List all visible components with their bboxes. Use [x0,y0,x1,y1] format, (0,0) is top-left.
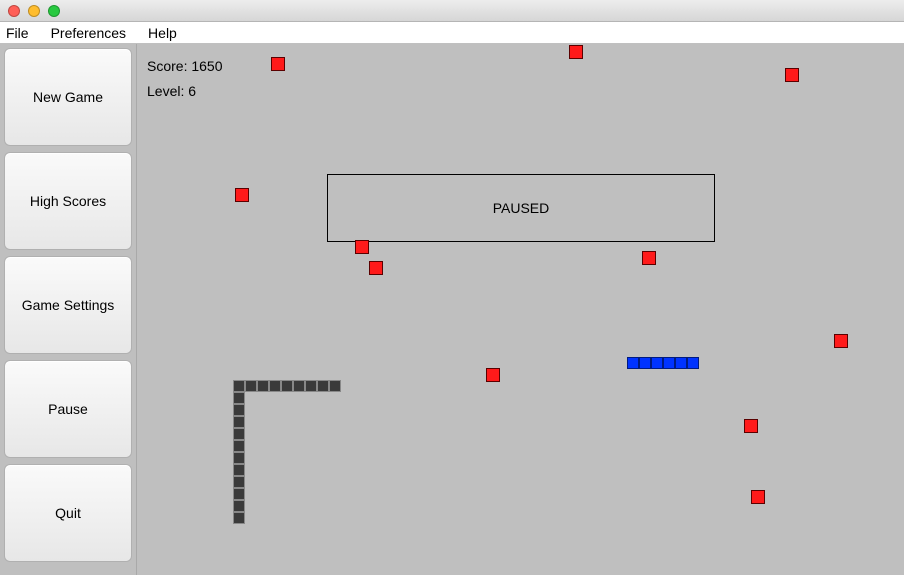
wall-segment [269,380,281,392]
wall-segment [293,380,305,392]
enemy-block [355,240,369,254]
window-titlebar [0,0,904,22]
level-line: Level: 6 [147,79,223,104]
wall-segment [281,380,293,392]
enemy-block [642,251,656,265]
wall-segment [233,464,245,476]
sidebar: New Game High Scores Game Settings Pause… [0,44,136,575]
wall-segment [245,380,257,392]
player-segment [663,357,675,369]
player-segment [639,357,651,369]
wall-segment [233,404,245,416]
player [627,357,699,369]
enemy-block [569,45,583,59]
menu-file[interactable]: File [6,25,29,41]
enemy-block [271,57,285,71]
wall-segment [233,452,245,464]
enemy-block [486,368,500,382]
wall-segment [233,416,245,428]
game-area[interactable]: Score: 1650 Level: 6 PAUSED [136,44,904,575]
level-value: 6 [188,83,196,99]
wall-segment [233,392,245,404]
enemy-block [235,188,249,202]
wall-segment [233,380,245,392]
wall-segment [233,440,245,452]
wall-segment [305,380,317,392]
wall-segment [317,380,329,392]
score-value: 1650 [191,58,222,74]
pause-button[interactable]: Pause [4,360,132,458]
content: New Game High Scores Game Settings Pause… [0,44,904,575]
game-settings-button[interactable]: Game Settings [4,256,132,354]
high-scores-button[interactable]: High Scores [4,152,132,250]
menu-preferences[interactable]: Preferences [51,25,126,41]
wall-segment [233,500,245,512]
wall-segment [233,488,245,500]
maximize-icon[interactable] [48,5,60,17]
player-segment [627,357,639,369]
enemy-block [744,419,758,433]
new-game-button[interactable]: New Game [4,48,132,146]
score-label: Score: [147,58,187,74]
enemy-block [751,490,765,504]
wall-segment [233,428,245,440]
wall-segment [233,476,245,488]
enemy-block [369,261,383,275]
close-icon[interactable] [8,5,20,17]
minimize-icon[interactable] [28,5,40,17]
wall-segment [329,380,341,392]
level-label: Level: [147,83,184,99]
menu-help[interactable]: Help [148,25,177,41]
wall-segment [233,512,245,524]
player-segment [651,357,663,369]
menubar: File Preferences Help [0,22,904,44]
enemy-block [785,68,799,82]
stats-panel: Score: 1650 Level: 6 [147,54,223,104]
player-segment [675,357,687,369]
paused-overlay: PAUSED [327,174,715,242]
score-line: Score: 1650 [147,54,223,79]
quit-button[interactable]: Quit [4,464,132,562]
paused-label: PAUSED [493,200,550,216]
enemy-block [834,334,848,348]
player-segment [687,357,699,369]
wall-segment [257,380,269,392]
